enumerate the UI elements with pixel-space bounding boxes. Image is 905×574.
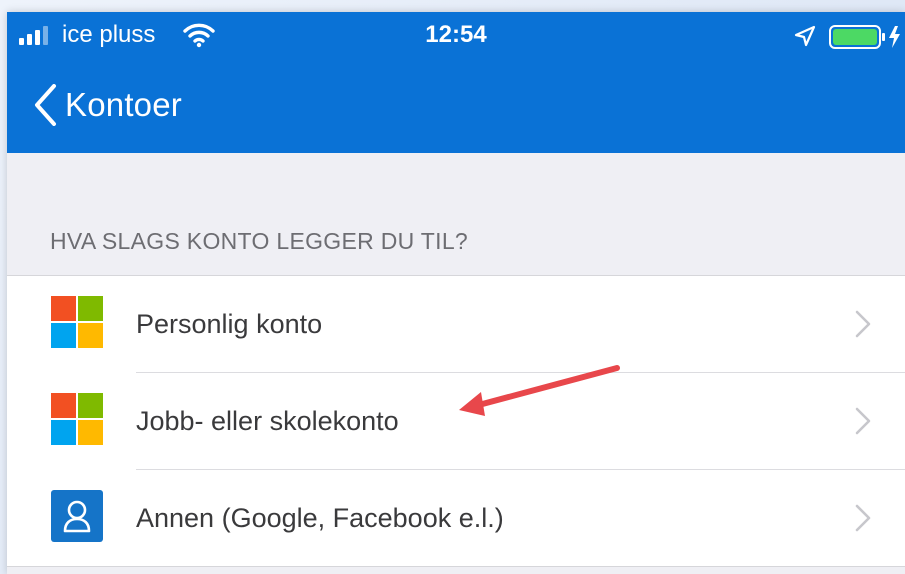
chevron-right-icon [855, 407, 871, 435]
status-clock: 12:54 [425, 21, 487, 48]
account-option-personal[interactable]: Personlig konto [7, 276, 905, 372]
back-button[interactable]: Kontoer [33, 83, 182, 127]
microsoft-logo-icon [51, 296, 103, 348]
section-header: HVA SLAGS KONTO LEGGER DU TIL? [50, 228, 469, 254]
chevron-right-icon [855, 310, 871, 338]
phone-screen: ice pluss 12:54 Kontoer HVA SLAGS KONTO … [7, 12, 905, 574]
navigation-bar: ice pluss 12:54 Kontoer [7, 12, 905, 153]
chevron-left-icon [35, 84, 56, 126]
person-icon [51, 490, 103, 542]
microsoft-logo-icon [51, 393, 103, 445]
location-arrow-icon [794, 25, 816, 47]
chevron-right-icon [855, 504, 871, 532]
account-option-label: Personlig konto [136, 309, 323, 339]
back-button-label: Kontoer [65, 86, 182, 123]
account-option-label: Jobb- eller skolekonto [136, 406, 399, 436]
account-option-label: Annen (Google, Facebook e.l.) [136, 503, 504, 533]
account-option-other[interactable]: Annen (Google, Facebook e.l.) [7, 470, 905, 566]
annotation-arrow-icon [459, 365, 620, 416]
battery-icon [829, 25, 900, 49]
status-bar: ice pluss 12:54 [7, 12, 905, 62]
